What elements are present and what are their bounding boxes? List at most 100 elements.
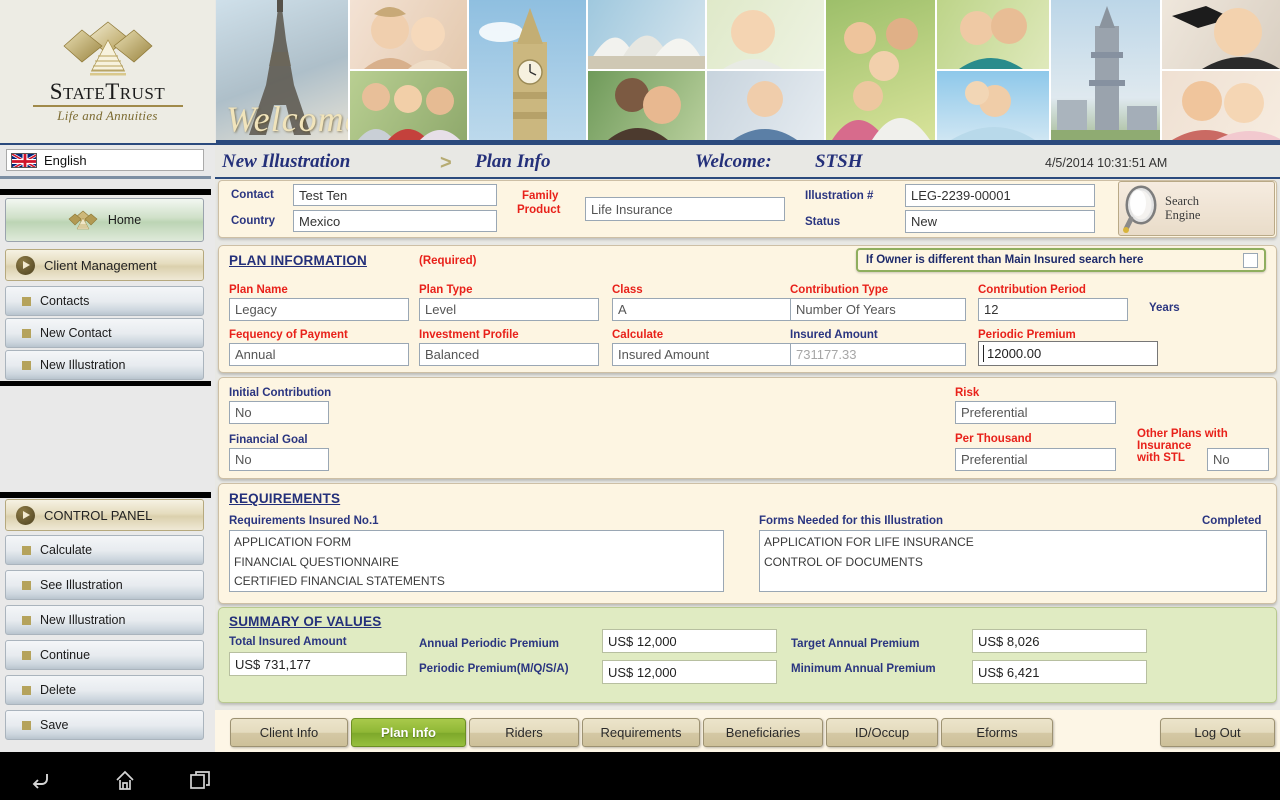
plan-type-field[interactable]: Level [419,298,599,321]
requirements-insured-list[interactable]: APPLICATION FORM FINANCIAL QUESTIONNAIRE… [229,530,724,592]
collage-photo-family-three [350,71,467,140]
tab-client-info[interactable]: Client Info [230,718,348,747]
per-thousand-label: Per Thousand [955,433,1032,445]
recent-apps-icon[interactable] [188,768,212,792]
contribution-period-field[interactable]: 12 [978,298,1128,321]
plan-type-label: Plan Type [419,284,472,296]
sidebar-section-client-management[interactable]: Client Management [5,249,204,281]
sidebar-item-contacts[interactable]: Contacts [5,286,204,316]
breadcrumb-current: Plan Info [475,151,551,173]
class-label: Class [612,284,643,296]
sidebar-item-new-illustration-cp[interactable]: New Illustration [5,605,204,635]
periodic-premium-field[interactable]: 12000.00 [978,341,1158,366]
tab-id-occup[interactable]: ID/Occup [826,718,938,747]
bullet-square-icon [22,581,31,590]
sidebar-item-new-illustration[interactable]: New Illustration [5,350,204,380]
collage-column-9 [1162,0,1280,140]
brand-wordmark: STATETRUST [50,80,166,103]
sidebar-item-delete[interactable]: Delete [5,675,204,705]
logout-button[interactable]: Log Out [1160,718,1275,747]
breadcrumb-separator-icon: > [440,152,452,175]
uk-flag-icon [11,153,37,168]
minimum-annual-premium-label: Minimum Annual Premium [791,663,936,675]
owner-search-banner[interactable]: If Owner is different than Main Insured … [856,248,1266,272]
periodic-premium-label: Periodic Premium [978,329,1076,341]
annual-periodic-premium-label: Annual Periodic Premium [419,638,559,650]
tab-beneficiaries[interactable]: Beneficiaries [703,718,823,747]
brand-tagline: Life and Annuities [57,108,158,124]
bullet-square-icon [22,721,31,730]
tab-plan-info-label: Plan Info [381,725,436,740]
sidebar-item-calculate-label: Calculate [40,543,92,557]
class-field[interactable]: A [612,298,792,321]
timestamp: 4/5/2014 10:31:51 AM [1045,156,1167,170]
search-engine-label-line2: Engine [1165,208,1200,222]
search-engine-label-line1: Search [1165,194,1199,208]
home-icon[interactable] [113,768,137,792]
sidebar-item-save[interactable]: Save [5,710,204,740]
sidebar-item-continue[interactable]: Continue [5,640,204,670]
list-item[interactable]: APPLICATION FORM [234,533,719,553]
sidebar-item-calculate[interactable]: Calculate [5,535,204,565]
plan-name-field[interactable]: Legacy [229,298,409,321]
illustration-number-label: Illustration # [805,190,873,202]
status-field[interactable]: New [905,210,1095,233]
sidebar-black-bar-3 [0,492,211,498]
collage-photo-eiffel: Welcome [216,0,348,140]
financial-goal-field[interactable]: No [229,448,329,471]
back-arrow-icon[interactable] [28,768,52,792]
summary-of-values-panel: SUMMARY OF VALUES Total Insured Amount U… [218,607,1277,703]
breadcrumb-parent[interactable]: New Illustration [222,151,350,173]
risk-field[interactable]: Preferential [955,401,1116,424]
collage-photo-graduate [1162,0,1280,69]
forms-needed-list[interactable]: APPLICATION FOR LIFE INSURANCE CONTROL O… [759,530,1267,592]
list-item[interactable]: FINANCIAL QUESTIONNAIRE [234,553,719,573]
language-selector[interactable]: English [6,149,204,171]
investment-profile-field[interactable]: Balanced [419,343,599,366]
initial-contribution-field[interactable]: No [229,401,329,424]
owner-search-checkbox[interactable] [1243,253,1258,268]
tab-plan-info[interactable]: Plan Info [351,718,466,747]
tab-riders[interactable]: Riders [469,718,579,747]
sidebar-item-see-illustration-label: See Illustration [40,578,123,592]
collage-photo-mother-child [350,0,467,69]
forms-needed-label: Forms Needed for this Illustration [759,515,943,527]
tab-requirements[interactable]: Requirements [582,718,700,747]
list-item[interactable]: CONTROL OF DOCUMENTS [764,553,1262,573]
other-plans-label-line3: with STL [1137,452,1185,464]
collage-photo-skyscraper [1051,0,1160,140]
collage-photo-opera-house [588,0,705,69]
brand-name-t: T [105,79,120,104]
tab-riders-label: Riders [505,725,543,740]
list-item[interactable]: CERTIFIED FINANCIAL STATEMENTS [234,572,719,592]
sidebar-item-home[interactable]: Home [5,198,204,242]
per-thousand-field[interactable]: Preferential [955,448,1116,471]
illustration-number-field[interactable]: LEG-2239-00001 [905,184,1095,207]
sidebar-item-see-illustration[interactable]: See Illustration [5,570,204,600]
tab-eforms[interactable]: Eforms [941,718,1053,747]
logout-button-label: Log Out [1194,725,1240,740]
search-engine-button[interactable]: Search Engine [1118,181,1275,236]
frequency-of-payment-field[interactable]: Annual [229,343,409,366]
sidebar-black-bar-1 [0,189,211,195]
contribution-type-field[interactable]: Number Of Years [790,298,966,321]
country-field[interactable]: Mexico [293,210,497,232]
other-plans-field[interactable]: No [1207,448,1269,471]
list-item[interactable]: CONFIDENTIAL FIELD TEST [234,592,719,593]
sidebar-item-save-label: Save [40,718,69,732]
country-label: Country [231,215,275,227]
family-product-field[interactable]: Life Insurance [585,197,785,221]
list-item[interactable]: APPLICATION FOR LIFE INSURANCE [764,533,1262,553]
plan-information-required-note: (Required) [419,255,477,267]
collage-photo-mother-daughter [937,0,1049,69]
contact-field[interactable]: Test Ten [293,184,497,206]
tab-id-occup-label: ID/Occup [855,725,909,740]
insured-amount-field: 731177.33 [790,343,966,366]
sidebar-item-continue-label: Continue [40,648,90,662]
plan-name-label: Plan Name [229,284,288,296]
breadcrumb-underline [215,177,1280,179]
collage-column-2 [350,0,467,140]
calculate-field[interactable]: Insured Amount [612,343,792,366]
sidebar-section-control-panel[interactable]: CONTROL PANEL [5,499,204,531]
sidebar-item-new-contact[interactable]: New Contact [5,318,204,348]
